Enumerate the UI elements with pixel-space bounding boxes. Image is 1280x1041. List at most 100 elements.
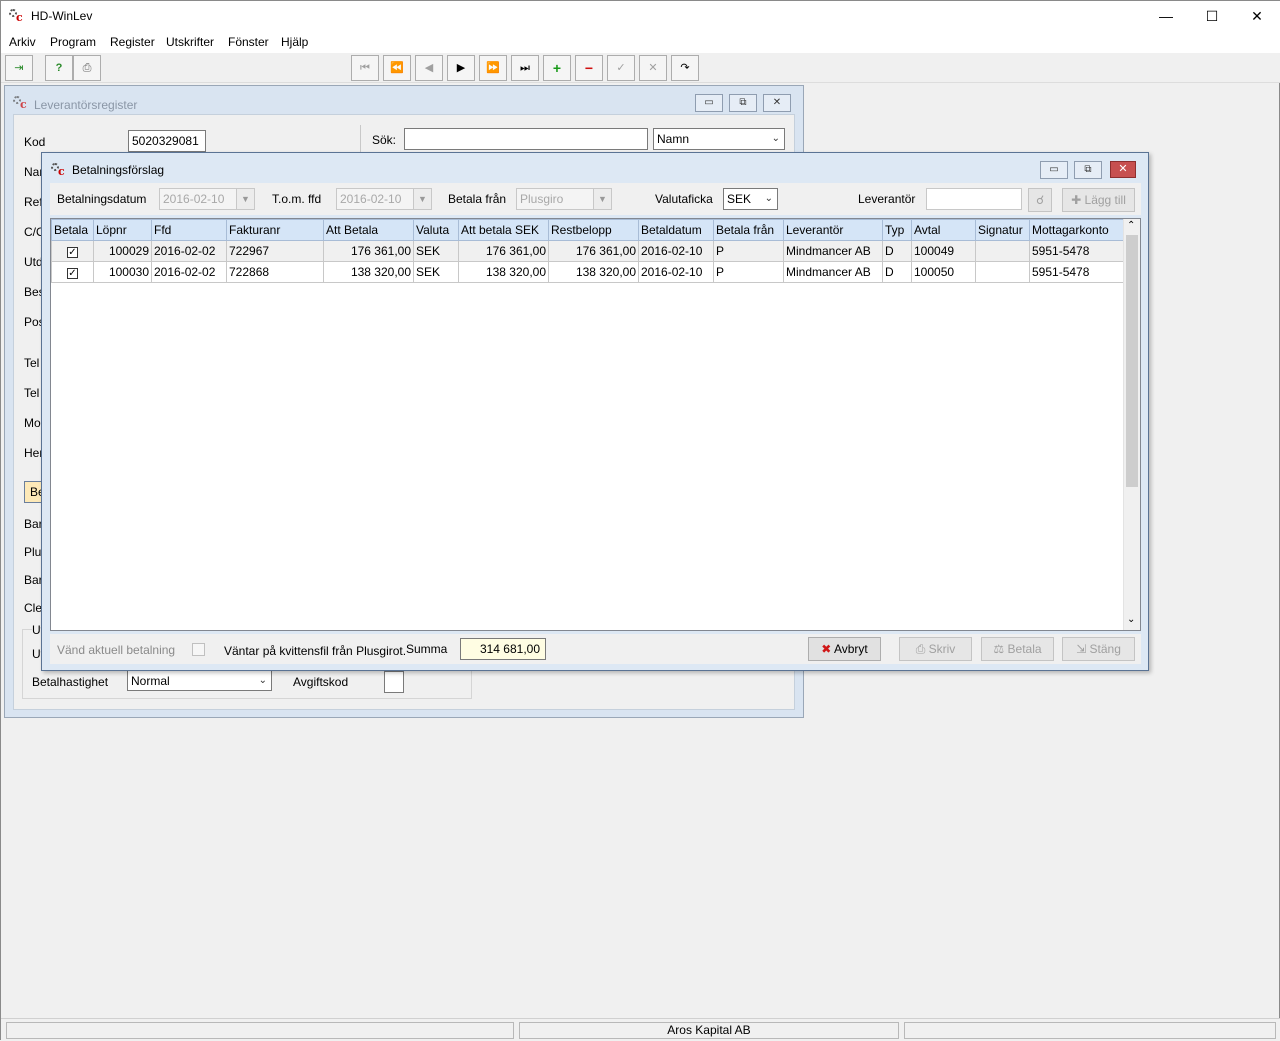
column-header[interactable]: Valuta <box>413 219 459 241</box>
search-input[interactable] <box>404 128 648 150</box>
leverantor-input[interactable] <box>926 188 1022 210</box>
window-logo-icon: c <box>13 96 29 110</box>
scroll-down-icon[interactable]: ⌄ <box>1127 614 1135 625</box>
column-header[interactable]: Att Betala <box>323 219 414 241</box>
search-by-select[interactable]: Namn ⌄ <box>653 128 785 150</box>
column-header[interactable]: Avtal <box>911 219 976 241</box>
close-door-icon: ⇲ <box>1076 642 1087 656</box>
column-header[interactable]: Leverantör <box>783 219 883 241</box>
betala-cell[interactable]: ✓ <box>51 240 94 262</box>
child-restore-button[interactable]: ⧉ <box>729 94 757 112</box>
window-title: HD-WinLev <box>31 9 93 23</box>
chevron-down-icon: ⌄ <box>258 675 267 686</box>
first-icon[interactable]: ⏮ <box>351 55 379 81</box>
column-header[interactable]: Restbelopp <box>548 219 639 241</box>
help-icon[interactable]: ? <box>45 55 73 81</box>
menu-program[interactable]: Program <box>50 35 96 49</box>
status-bar: Aros Kapital AB <box>1 1018 1280 1041</box>
dialog-close-button[interactable]: ✕ <box>1110 161 1136 178</box>
next-icon[interactable]: ▶ <box>447 55 475 81</box>
chevron-down-icon: ⌄ <box>764 193 773 204</box>
menu-arkiv[interactable]: Arkiv <box>9 35 36 49</box>
column-header[interactable]: Löpnr <box>93 219 152 241</box>
column-header[interactable]: Betala <box>51 219 94 241</box>
vertical-scrollbar[interactable]: ⌃ ⌄ <box>1123 219 1140 630</box>
betala-button[interactable]: ⚖ Betala <box>981 637 1054 661</box>
chevron-down-icon: ▼ <box>236 189 254 209</box>
column-header[interactable]: Betaldatum <box>638 219 714 241</box>
child-close-button[interactable]: ✕ <box>763 94 791 112</box>
lagg-till-button[interactable]: ✚ Lägg till <box>1062 188 1135 212</box>
valutaficka-select[interactable]: SEK ⌄ <box>723 188 778 210</box>
waiting-status-text: Väntar på kvittensfil från Plusgirot. <box>224 644 407 658</box>
app-logo-icon: c <box>9 9 25 23</box>
add-icon[interactable]: + <box>543 55 571 81</box>
avbryt-button[interactable]: ✖ Avbryt <box>808 637 881 661</box>
tom-ffd-value: 2016-02-10 <box>340 192 402 206</box>
status-company: Aros Kapital AB <box>519 1022 899 1039</box>
prev-page-icon[interactable]: ⏪ <box>383 55 411 81</box>
checkbox-checked-icon[interactable]: ✓ <box>67 268 78 279</box>
typ-cell: D <box>882 240 912 262</box>
valuta-cell: SEK <box>413 240 459 262</box>
lookup-icon[interactable]: ☌ <box>1028 188 1052 212</box>
child-minimize-button[interactable]: ▭ <box>695 94 723 112</box>
betala-fran-value: Plusgiro <box>520 192 564 206</box>
att-betala-cell: 138 320,00 <box>323 261 414 283</box>
leverantor-cell: Mindmancer AB <box>783 261 883 283</box>
kod-label: Kod <box>24 135 46 149</box>
signatur-cell <box>975 240 1030 262</box>
dialog-minimize-button[interactable]: ▭ <box>1040 161 1068 179</box>
close-button[interactable]: ✕ <box>1234 1 1280 31</box>
last-icon[interactable]: ⏭ <box>511 55 539 81</box>
side-label: Tel <box>24 386 40 400</box>
betalhastighet-label: Betalhastighet <box>32 675 109 689</box>
column-header[interactable]: Mottagarkonto <box>1029 219 1125 241</box>
column-header[interactable]: Ffd <box>151 219 227 241</box>
maximize-button[interactable]: ☐ <box>1189 1 1235 31</box>
avgiftskod-checkbox[interactable] <box>384 671 404 693</box>
column-header[interactable]: Signatur <box>975 219 1030 241</box>
column-header[interactable]: Fakturanr <box>226 219 324 241</box>
cancel-icon[interactable]: ✕ <box>639 55 667 81</box>
exit-icon[interactable]: ⇥ <box>5 55 33 81</box>
table-header-row: Betala Löpnr Ffd Fakturanr Att Betala Va… <box>51 219 1125 241</box>
refresh-icon[interactable]: ↷ <box>671 55 699 81</box>
table-row[interactable]: ✓ 100029 2016-02-02 722967 176 361,00 SE… <box>51 240 1125 262</box>
next-page-icon[interactable]: ⏩ <box>479 55 507 81</box>
stang-label: Stäng <box>1089 642 1121 656</box>
side-label: Plu <box>24 545 42 559</box>
column-header[interactable]: Typ <box>882 219 912 241</box>
betala-fran-select[interactable]: Plusgiro ▼ <box>516 188 612 210</box>
remove-icon[interactable]: − <box>575 55 603 81</box>
table-row[interactable]: ✓ 100030 2016-02-02 722868 138 320,00 SE… <box>51 261 1125 283</box>
toolbar: ⇥ ? ⎙ ⏮ ⏪ ◀ ▶ ⏩ ⏭ + − ✓ ✕ ↷ <box>1 53 1280 83</box>
checkbox-checked-icon[interactable]: ✓ <box>67 247 78 258</box>
menu-register[interactable]: Register <box>110 35 155 49</box>
mottagarkonto-cell: 5951-5478 <box>1029 240 1125 262</box>
supplier-register-title: Leverantörsregister <box>34 98 138 112</box>
menu-hjalp[interactable]: Hjälp <box>281 35 308 49</box>
vand-checkbox[interactable] <box>192 643 205 656</box>
menu-fonster[interactable]: Fönster <box>228 35 269 49</box>
skriv-button[interactable]: ⎙ Skriv <box>899 637 972 661</box>
payment-grid[interactable]: Betala Löpnr Ffd Fakturanr Att Betala Va… <box>50 218 1141 631</box>
minimize-button[interactable]: — <box>1143 1 1189 31</box>
avtal-cell: 100049 <box>911 240 976 262</box>
prev-icon[interactable]: ◀ <box>415 55 443 81</box>
column-header[interactable]: Betala från <box>713 219 784 241</box>
stang-button[interactable]: ⇲ Stäng <box>1062 637 1135 661</box>
betala-cell[interactable]: ✓ <box>51 261 94 283</box>
print-icon[interactable]: ⎙ <box>73 55 101 81</box>
menu-utskrifter[interactable]: Utskrifter <box>166 35 214 49</box>
confirm-icon[interactable]: ✓ <box>607 55 635 81</box>
kod-field[interactable]: 5020329081 <box>128 130 206 152</box>
restbelopp-cell: 138 320,00 <box>548 261 639 283</box>
betalhastighet-select[interactable]: Normal ⌄ <box>127 670 272 691</box>
dialog-restore-button[interactable]: ⧉ <box>1074 161 1102 179</box>
betalningsdatum-field[interactable]: 2016-02-10 ▼ <box>159 188 255 210</box>
tom-ffd-field[interactable]: 2016-02-10 ▼ <box>336 188 432 210</box>
column-header[interactable]: Att betala SEK <box>458 219 549 241</box>
scroll-up-icon[interactable]: ⌃ <box>1127 220 1135 231</box>
scrollbar-thumb[interactable] <box>1126 235 1138 487</box>
